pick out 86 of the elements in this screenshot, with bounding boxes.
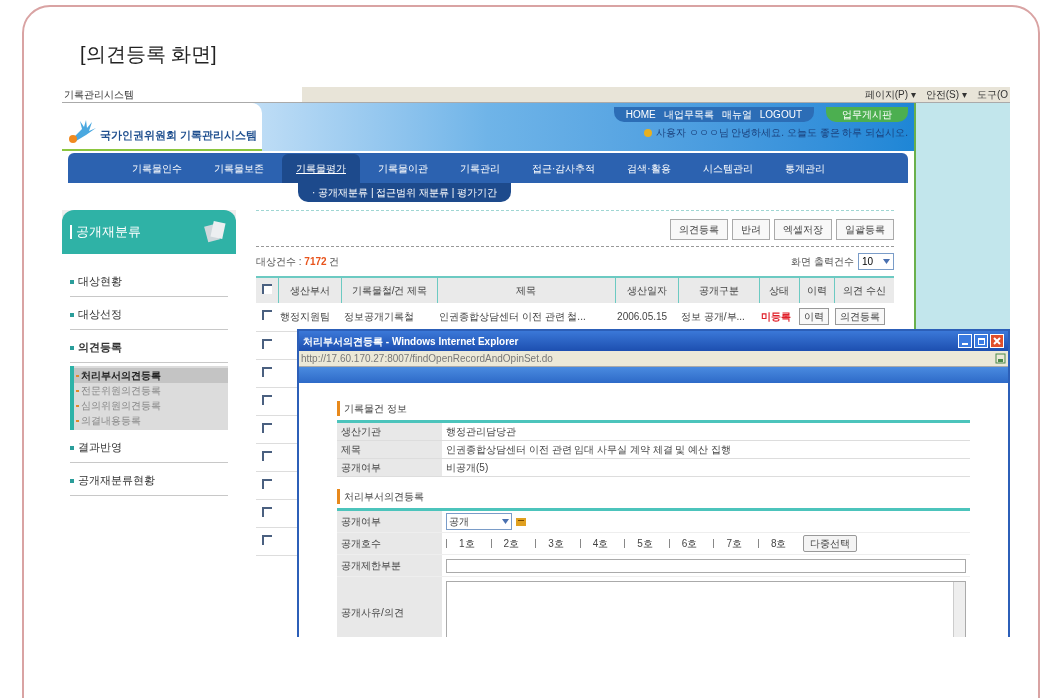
column-header: 공개구분: [678, 277, 760, 303]
clause-label: 5호: [637, 537, 653, 551]
sidebar-item[interactable]: 대상선정: [70, 308, 122, 320]
maximize-icon[interactable]: [974, 334, 988, 348]
sidebar-item[interactable]: 의견등록: [70, 341, 122, 353]
column-header: 생산일자: [615, 277, 679, 303]
row-button[interactable]: 의견등록: [834, 308, 885, 326]
input-field[interactable]: [446, 558, 966, 573]
column-header: 제목: [437, 277, 616, 303]
column-header: 이력: [799, 277, 835, 303]
top-link[interactable]: LOGOUT: [759, 107, 802, 122]
text-area[interactable]: [446, 581, 966, 637]
table-cell: 행정지원팀: [278, 303, 342, 331]
field-label: 공개호수: [337, 533, 442, 554]
clause-label: 3호: [548, 537, 564, 551]
nav-tab[interactable]: 접근·감사추적: [518, 153, 610, 183]
column-header: 기록물철/건 제목: [341, 277, 437, 303]
logo-text: 국가인권위원회 기록관리시스템: [100, 127, 258, 143]
scrollbar[interactable]: [953, 582, 965, 637]
nav-tab[interactable]: 기록관리: [446, 153, 514, 183]
welcome-message: 사용자 ㅇㅇㅇ님 안녕하세요. 오늘도 좋은 하루 되십시오.: [655, 126, 908, 140]
field-value: 인권종합상담센터 이전 관련 임대 사무실 계약 체결 및 예산 집행: [445, 443, 732, 457]
minimize-icon[interactable]: [958, 334, 972, 348]
sidebar-item[interactable]: 공개재분류현황: [70, 474, 155, 486]
field-label: 생산기관: [337, 423, 442, 440]
row-button[interactable]: 이력: [799, 308, 830, 326]
page-size-select[interactable]: 10: [858, 253, 894, 270]
nav-tab[interactable]: 기록물평가: [282, 153, 360, 183]
clause-label: 6호: [681, 537, 698, 551]
window-title: 처리부서의견등록 - Windows Internet Explorer: [303, 334, 519, 349]
nav-tab[interactable]: 시스템관리: [688, 153, 767, 183]
sidebar-item[interactable]: 대상현황: [70, 275, 122, 287]
toolbar-menu[interactable]: 안전(S) ▾: [925, 87, 967, 102]
table-cell: 정보공개기록철: [341, 303, 437, 331]
disclosure-select[interactable]: 공개: [446, 513, 512, 530]
column-header: 생산부서: [278, 277, 342, 303]
nav-tab[interactable]: 통계관리: [770, 153, 839, 183]
field-label: 공개사유/의견: [337, 577, 442, 637]
clause-label: 2호: [503, 537, 520, 551]
section-title: 처리부서의견등록: [337, 489, 424, 504]
clause-label: 4호: [592, 537, 609, 551]
caret-icon: [883, 259, 890, 264]
action-button[interactable]: 엑셀저장: [774, 219, 832, 240]
checkbox[interactable]: [261, 284, 272, 294]
submenu-bar[interactable]: · 공개재분류 | 접근범위 재분류 | 평가기간: [298, 183, 512, 202]
multi-select-button[interactable]: 다중선택: [802, 535, 857, 552]
action-button[interactable]: 의견등록: [670, 219, 728, 240]
clause-label: 1호: [459, 537, 475, 551]
section-title: 기록물건 정보: [337, 401, 407, 416]
table-cell: 인권종합상담센터 이전 관련 철...: [437, 303, 616, 331]
column-header: 상태: [759, 277, 800, 303]
nav-tab[interactable]: 기록물이관: [364, 153, 442, 183]
note-icon[interactable]: [516, 517, 526, 526]
caret-icon: [502, 519, 509, 524]
field-value: 비공개(5): [445, 461, 490, 475]
save-icon[interactable]: [995, 353, 1006, 364]
action-button[interactable]: 반려: [732, 219, 770, 240]
documents-icon: [202, 219, 228, 245]
table-cell: 정보 공개/부...: [678, 303, 760, 331]
nav-tab[interactable]: 기록물보존: [200, 153, 278, 183]
top-link[interactable]: 매뉴얼: [721, 107, 752, 122]
field-label: 공개제한부분: [337, 555, 442, 576]
page-size-label: 화면 출력건수: [791, 255, 854, 269]
table-cell: 2006.05.15: [615, 303, 679, 331]
action-button[interactable]: 일괄등록: [836, 219, 894, 240]
record-count: 대상건수 : 7172 건: [256, 255, 340, 269]
toolbar-menu[interactable]: 도구(O: [976, 87, 1008, 102]
table-cell: 미등록: [759, 303, 800, 331]
figure-title: [의견등록 화면]: [80, 42, 217, 67]
sidebar-item[interactable]: 결과반영: [70, 441, 122, 453]
nav-tab[interactable]: 기록물인수: [118, 153, 196, 183]
clause-label: 7호: [726, 537, 742, 551]
field-label: 제목: [337, 441, 442, 458]
field-label: 공개여부: [337, 459, 442, 476]
sidebar-title: 공개재분류: [70, 225, 141, 239]
field-value: 행정관리담당관: [445, 425, 517, 439]
top-link[interactable]: 내업무목록: [663, 107, 714, 122]
browser-tab[interactable]: 기록관리시스템: [62, 87, 302, 102]
field-label: 공개여부: [337, 511, 442, 532]
clause-label: 8호: [770, 537, 787, 551]
toolbar-menu[interactable]: 페이지(P) ▾: [864, 87, 916, 102]
column-header: 의견 수신: [834, 277, 894, 303]
nav-tab[interactable]: 검색·활용: [613, 153, 685, 183]
sidebar-subitem[interactable]: 처리부서의견등록: [74, 368, 228, 383]
close-icon[interactable]: [990, 334, 1004, 348]
top-link[interactable]: HOME: [625, 107, 656, 122]
